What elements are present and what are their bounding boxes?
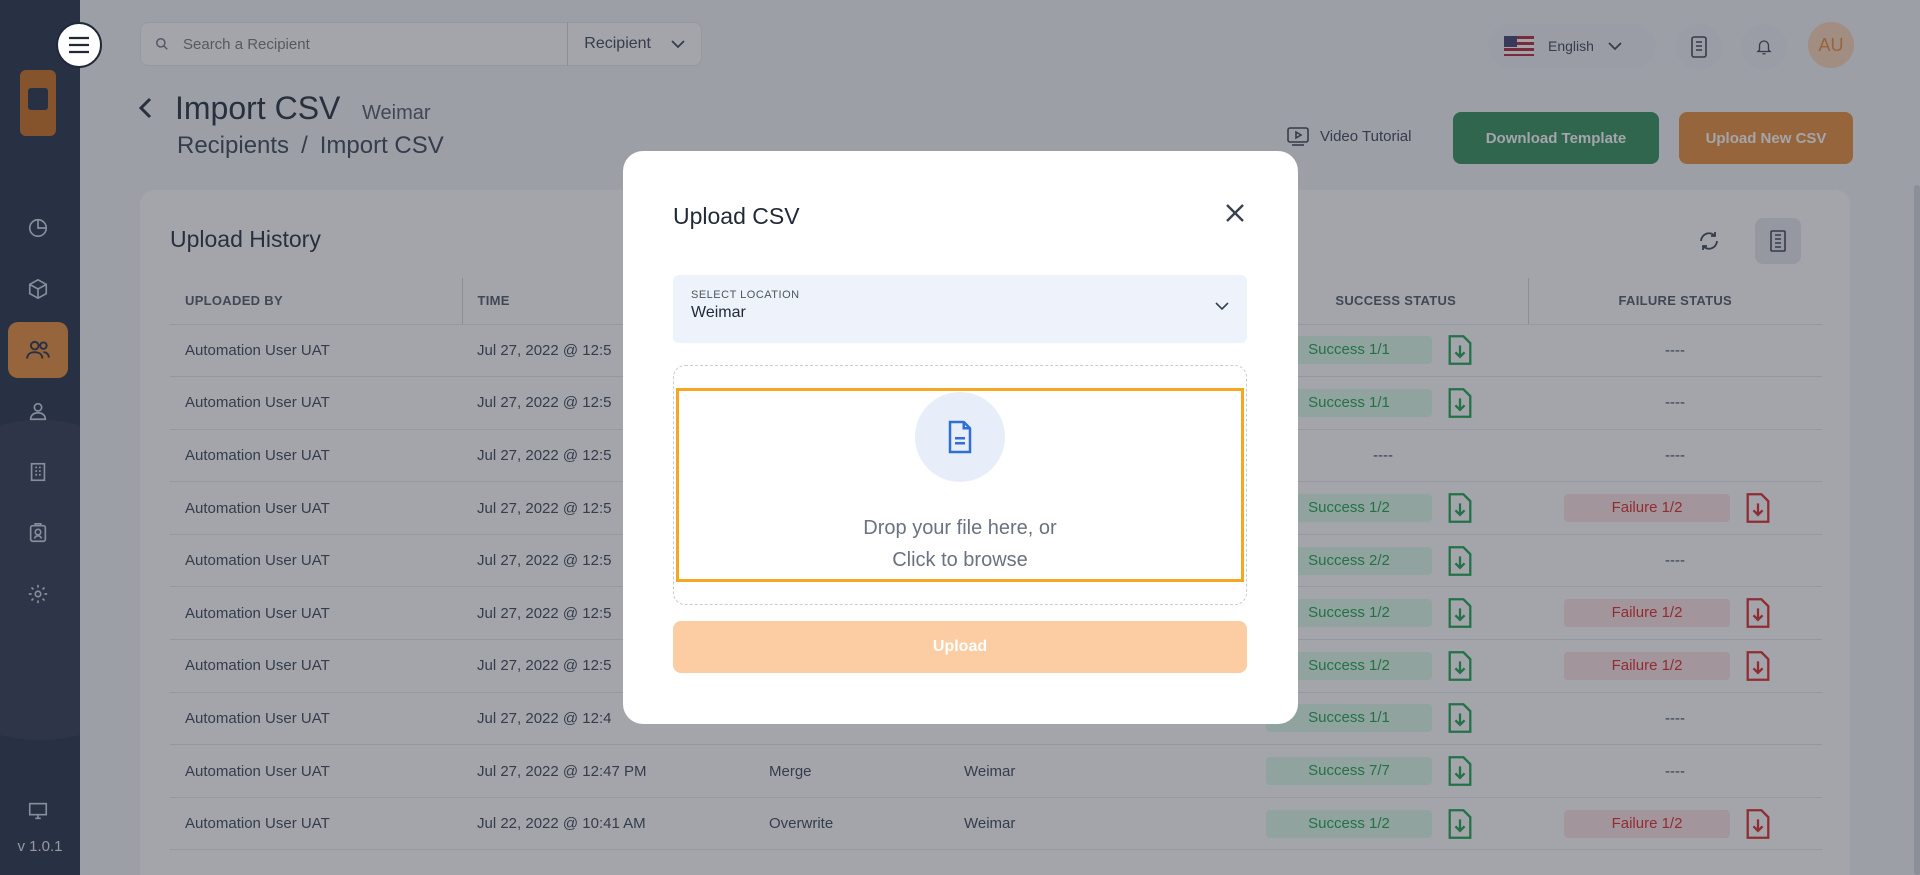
hamburger-icon [67,35,91,55]
close-button[interactable] [1225,203,1245,223]
menu-toggle-button[interactable] [56,22,102,68]
chevron-down-icon [1215,301,1229,311]
close-icon [1225,203,1245,223]
drop-instruction: Drop your file here, or [863,517,1057,539]
upload-csv-modal: Upload CSV SELECT LOCATION Weimar Drop y… [623,151,1298,724]
modal-title: Upload CSV [673,203,800,229]
location-select-label: SELECT LOCATION [691,289,800,301]
page-scrollbar[interactable] [1914,185,1920,875]
file-icon-circle [915,392,1005,482]
upload-button[interactable]: Upload [673,621,1247,673]
browse-instruction[interactable]: Click to browse [673,549,1247,572]
document-icon [945,419,975,455]
location-select-value: Weimar [691,304,746,321]
location-select[interactable]: SELECT LOCATION Weimar [673,275,1247,343]
